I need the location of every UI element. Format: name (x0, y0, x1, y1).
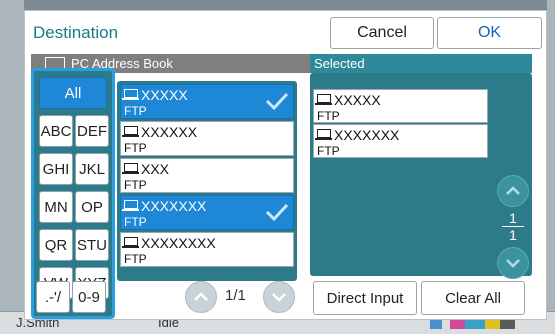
background-left-edge (0, 0, 24, 334)
checkmark-icon (265, 203, 289, 222)
page-up-button[interactable] (185, 281, 217, 313)
dialog-title: Destination (33, 23, 119, 42)
background-right-edge (547, 0, 555, 334)
address-protocol: FTP (124, 141, 147, 155)
selected-item[interactable]: XXXXXXX FTP (313, 124, 488, 158)
selected-protocol: FTP (317, 109, 340, 123)
address-name: XXXXXXXX (141, 235, 216, 251)
ok-button[interactable]: OK (437, 17, 542, 49)
address-item[interactable]: XXXXX FTP (120, 84, 294, 119)
pc-icon (122, 89, 139, 100)
cancel-button[interactable]: Cancel (330, 17, 434, 49)
filter-mn-button[interactable]: MN (39, 191, 73, 223)
address-protocol: FTP (124, 178, 147, 192)
address-protocol: FTP (124, 252, 147, 266)
filter-digits-button[interactable]: 0-9 (72, 281, 106, 313)
chevron-up-icon (194, 292, 208, 301)
selected-header: Selected (310, 54, 532, 73)
direct-input-button[interactable]: Direct Input (313, 281, 417, 315)
pc-icon (315, 129, 332, 140)
filter-symbols-button[interactable]: .-'/ (36, 281, 70, 313)
address-protocol: FTP (124, 104, 147, 118)
address-list: XXXXX FTP XXXXXX FTP XXX FTP XXXXXXX FTP… (117, 81, 297, 281)
page-down-button[interactable] (263, 281, 295, 313)
chevron-down-icon (506, 259, 520, 268)
filter-stu-button[interactable]: STU (75, 229, 109, 261)
filter-jkl-button[interactable]: JKL (75, 153, 109, 185)
checkmark-icon (265, 92, 289, 111)
selected-page-current: 1 (509, 210, 517, 226)
pc-icon (122, 200, 139, 211)
pc-icon (122, 126, 139, 137)
chevron-up-icon (506, 186, 520, 195)
filter-def-button[interactable]: DEF (75, 115, 109, 147)
pc-icon (315, 94, 332, 105)
filter-qr-button[interactable]: QR (39, 229, 73, 261)
address-name: XXX (141, 161, 170, 177)
address-item[interactable]: XXXXXXX FTP (120, 195, 294, 230)
address-item[interactable]: XXX FTP (120, 158, 294, 193)
pc-icon (122, 163, 139, 174)
filter-ghi-button[interactable]: GHI (39, 153, 73, 185)
selected-scroll-down-button[interactable] (497, 247, 529, 279)
page-indicator: 1/1 (225, 287, 246, 304)
clear-all-button[interactable]: Clear All (421, 281, 525, 315)
selected-page-indicator: 1 1 (500, 211, 526, 242)
pc-icon (122, 237, 139, 248)
selected-name: XXXXXXX (334, 127, 400, 143)
selected-page-total: 1 (509, 227, 517, 243)
filter-all-button[interactable]: All (39, 77, 107, 109)
address-item[interactable]: XXXXXXXX FTP (120, 232, 294, 267)
destination-dialog: Destination Cancel OK PC Address Book Se… (24, 10, 547, 320)
selected-scroll-up-button[interactable] (497, 175, 529, 207)
address-name: XXXXXX (141, 124, 198, 140)
address-protocol: FTP (124, 215, 147, 229)
selected-item[interactable]: XXXXX FTP (313, 89, 488, 123)
selected-name: XXXXX (334, 92, 381, 108)
filter-abc-button[interactable]: ABC (39, 115, 73, 147)
filter-op-button[interactable]: OP (75, 191, 109, 223)
address-name: XXXXXXX (141, 198, 207, 214)
address-item[interactable]: XXXXXX FTP (120, 121, 294, 156)
chevron-down-icon (272, 293, 286, 302)
selected-panel: XXXXX FTP XXXXXXX FTP 1 1 (310, 73, 532, 279)
address-name: XXXXX (141, 87, 188, 103)
selected-protocol: FTP (317, 144, 340, 158)
